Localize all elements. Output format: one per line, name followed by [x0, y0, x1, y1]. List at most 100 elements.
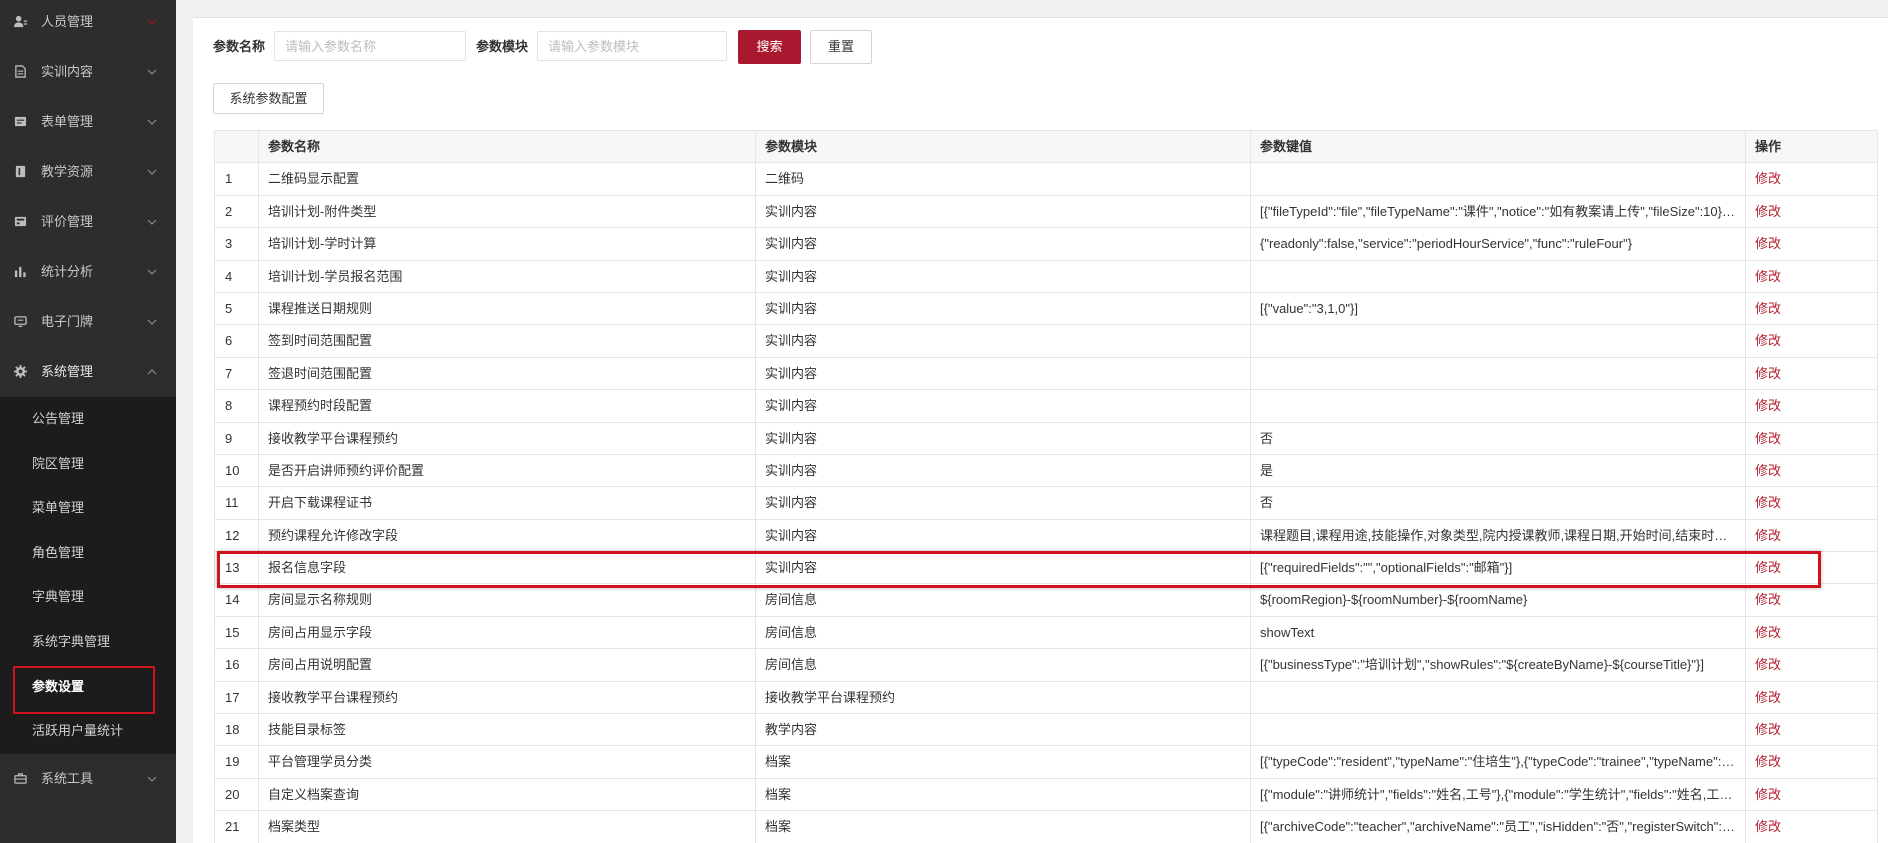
param-value-cell: {"readonly":false,"service":"periodHourS…: [1251, 228, 1746, 260]
submenu-item-announcements[interactable]: 公告管理: [0, 397, 176, 442]
row-index-cell: 16: [215, 649, 259, 681]
param-name-label: 参数名称: [213, 39, 266, 54]
menu-item-form-management[interactable]: 表单管理: [0, 97, 176, 147]
param-module-cell: 实训内容: [756, 422, 1251, 454]
param-name-cell: 房间占用显示字段: [259, 616, 756, 649]
param-module-cell: 实训内容: [756, 390, 1251, 422]
row-index-cell: 5: [215, 292, 259, 325]
menu-item-statistics[interactable]: 统计分析: [0, 247, 176, 297]
param-module-cell: 实训内容: [756, 325, 1251, 357]
row-index-cell: 1: [215, 163, 259, 195]
edit-link[interactable]: 修改: [1755, 431, 1781, 446]
submenu-item-dictionary[interactable]: 字典管理: [0, 575, 176, 620]
table-row: 2 培训计划-附件类型 实训内容 [{"fileTypeId":"file","fil…: [215, 195, 1878, 229]
edit-link[interactable]: 修改: [1755, 366, 1781, 381]
edit-link[interactable]: 修改: [1755, 560, 1781, 575]
row-index-cell: 2: [215, 195, 259, 228]
edit-link[interactable]: 修改: [1755, 625, 1781, 640]
submenu-item-system-dictionary[interactable]: 系统字典管理: [0, 620, 176, 665]
edit-link[interactable]: 修改: [1755, 398, 1781, 413]
row-index-cell: 21: [215, 811, 259, 843]
chevron-down-icon: [147, 119, 157, 125]
param-module-cell: 档案: [756, 811, 1251, 843]
row-index-cell: 6: [215, 325, 259, 357]
submenu-item-menus[interactable]: 菜单管理: [0, 486, 176, 531]
edit-link[interactable]: 修改: [1755, 722, 1781, 737]
toolbox-icon: [14, 772, 27, 785]
chevron-down-icon: [147, 219, 157, 225]
menu-item-training-content[interactable]: 实训内容: [0, 47, 176, 97]
reset-button[interactable]: 重置: [810, 30, 872, 64]
param-module-cell: 档案: [756, 778, 1251, 811]
submenu-item-roles[interactable]: 角色管理: [0, 531, 176, 576]
param-module-cell: 实训内容: [756, 519, 1251, 552]
edit-link[interactable]: 修改: [1755, 690, 1781, 705]
edit-link[interactable]: 修改: [1755, 269, 1781, 284]
menu-item-teaching-resources[interactable]: 教学资源: [0, 147, 176, 197]
table-row: 13 报名信息字段 实训内容 [{"requiredFields":"","optio…: [215, 551, 1878, 589]
menu-item-label: 统计分析: [41, 264, 94, 279]
evaluation-icon: [14, 215, 27, 228]
param-name-cell: 签到时间范围配置: [259, 325, 756, 357]
param-value-cell: showText: [1251, 616, 1746, 649]
submenu-item-campus[interactable]: 院区管理: [0, 442, 176, 487]
edit-link[interactable]: 修改: [1755, 528, 1781, 543]
edit-link[interactable]: 修改: [1755, 333, 1781, 348]
edit-link[interactable]: 修改: [1755, 657, 1781, 672]
edit-link[interactable]: 修改: [1755, 463, 1781, 478]
edit-link[interactable]: 修改: [1755, 819, 1781, 834]
system-param-config-button[interactable]: 系统参数配置: [213, 83, 324, 114]
param-value-cell: [1251, 714, 1746, 746]
submenu-item-parameter-settings[interactable]: 参数设置: [0, 665, 176, 710]
menu-item-label: 评价管理: [41, 214, 94, 229]
submenu-item-active-users[interactable]: 活跃用户量统计: [0, 709, 176, 754]
row-index-cell: 11: [215, 487, 259, 519]
edit-link[interactable]: 修改: [1755, 495, 1781, 510]
params-table: 参数名称 参数模块 参数键值 操作 1 二维码显示配置 二维码 修改 2 培训计划-附件类…: [214, 130, 1878, 843]
edit-link[interactable]: 修改: [1755, 301, 1781, 316]
edit-link[interactable]: 修改: [1755, 787, 1781, 802]
param-value-cell: [1251, 325, 1746, 357]
param-name-cell: 培训计划-附件类型: [259, 195, 756, 228]
row-index-cell: 4: [215, 260, 259, 292]
search-button[interactable]: 搜索: [738, 30, 801, 64]
menu-item-personnel[interactable]: 人员管理: [0, 0, 176, 47]
table-row: 10 是否开启讲师预约评价配置 实训内容是修改: [215, 454, 1878, 488]
edit-link[interactable]: 修改: [1755, 236, 1781, 251]
table-row: 19 平台管理学员分类 档案 [{"typeCode":"resident","typ…: [215, 746, 1878, 779]
param-module-cell: 档案: [756, 746, 1251, 778]
form-icon: [14, 115, 27, 128]
row-index-cell: 13: [215, 552, 259, 584]
edit-link[interactable]: 修改: [1755, 592, 1781, 607]
param-value-cell: 否: [1251, 487, 1746, 519]
row-index-cell: 9: [215, 422, 259, 454]
param-name-cell: 课程预约时段配置: [259, 390, 756, 422]
content-card: 参数名称 参数模块 搜索 重置 系统参数配置 参数名称 参数模块 参数键值 操作…: [193, 17, 1888, 843]
action-cell: 修改: [1746, 811, 1878, 843]
edit-link[interactable]: 修改: [1755, 171, 1781, 186]
row-index-cell: 15: [215, 616, 259, 649]
param-module-cell: 实训内容: [756, 487, 1251, 519]
param-name-cell: 预约课程允许修改字段: [259, 519, 756, 552]
edit-link[interactable]: 修改: [1755, 204, 1781, 219]
menu-item-system-tools[interactable]: 系统工具: [0, 754, 176, 804]
action-cell: 修改: [1746, 454, 1878, 487]
param-value-cell: ${roomRegion}-${roomNumber}-${roomName}: [1251, 584, 1746, 616]
column-header-param-name: 参数名称: [259, 131, 756, 163]
param-module-cell: 接收教学平台课程预约: [756, 681, 1251, 714]
param-module-input[interactable]: [537, 31, 727, 61]
action-cell: 修改: [1746, 325, 1878, 357]
action-cell: 修改: [1746, 519, 1878, 552]
menu-item-evaluation[interactable]: 评价管理: [0, 197, 176, 247]
table-row: 12 预约课程允许修改字段 实训内容 课程题目,课程用途,技能操作,对象类型,院内授课…: [215, 519, 1878, 553]
edit-link[interactable]: 修改: [1755, 754, 1781, 769]
action-cell: 修改: [1746, 714, 1878, 746]
param-name-cell: 房间占用说明配置: [259, 649, 756, 681]
bar-chart-icon: [14, 265, 27, 278]
menu-item-e-doorplate[interactable]: 电子门牌: [0, 297, 176, 347]
menu-item-system-management[interactable]: 系统管理: [0, 347, 176, 397]
table-row: 21 档案类型 档案 [{"archiveCode":"teacher","archi…: [215, 811, 1878, 843]
param-module-cell: 教学内容: [756, 714, 1251, 746]
param-name-input[interactable]: [274, 31, 466, 61]
action-cell: 修改: [1746, 357, 1878, 390]
